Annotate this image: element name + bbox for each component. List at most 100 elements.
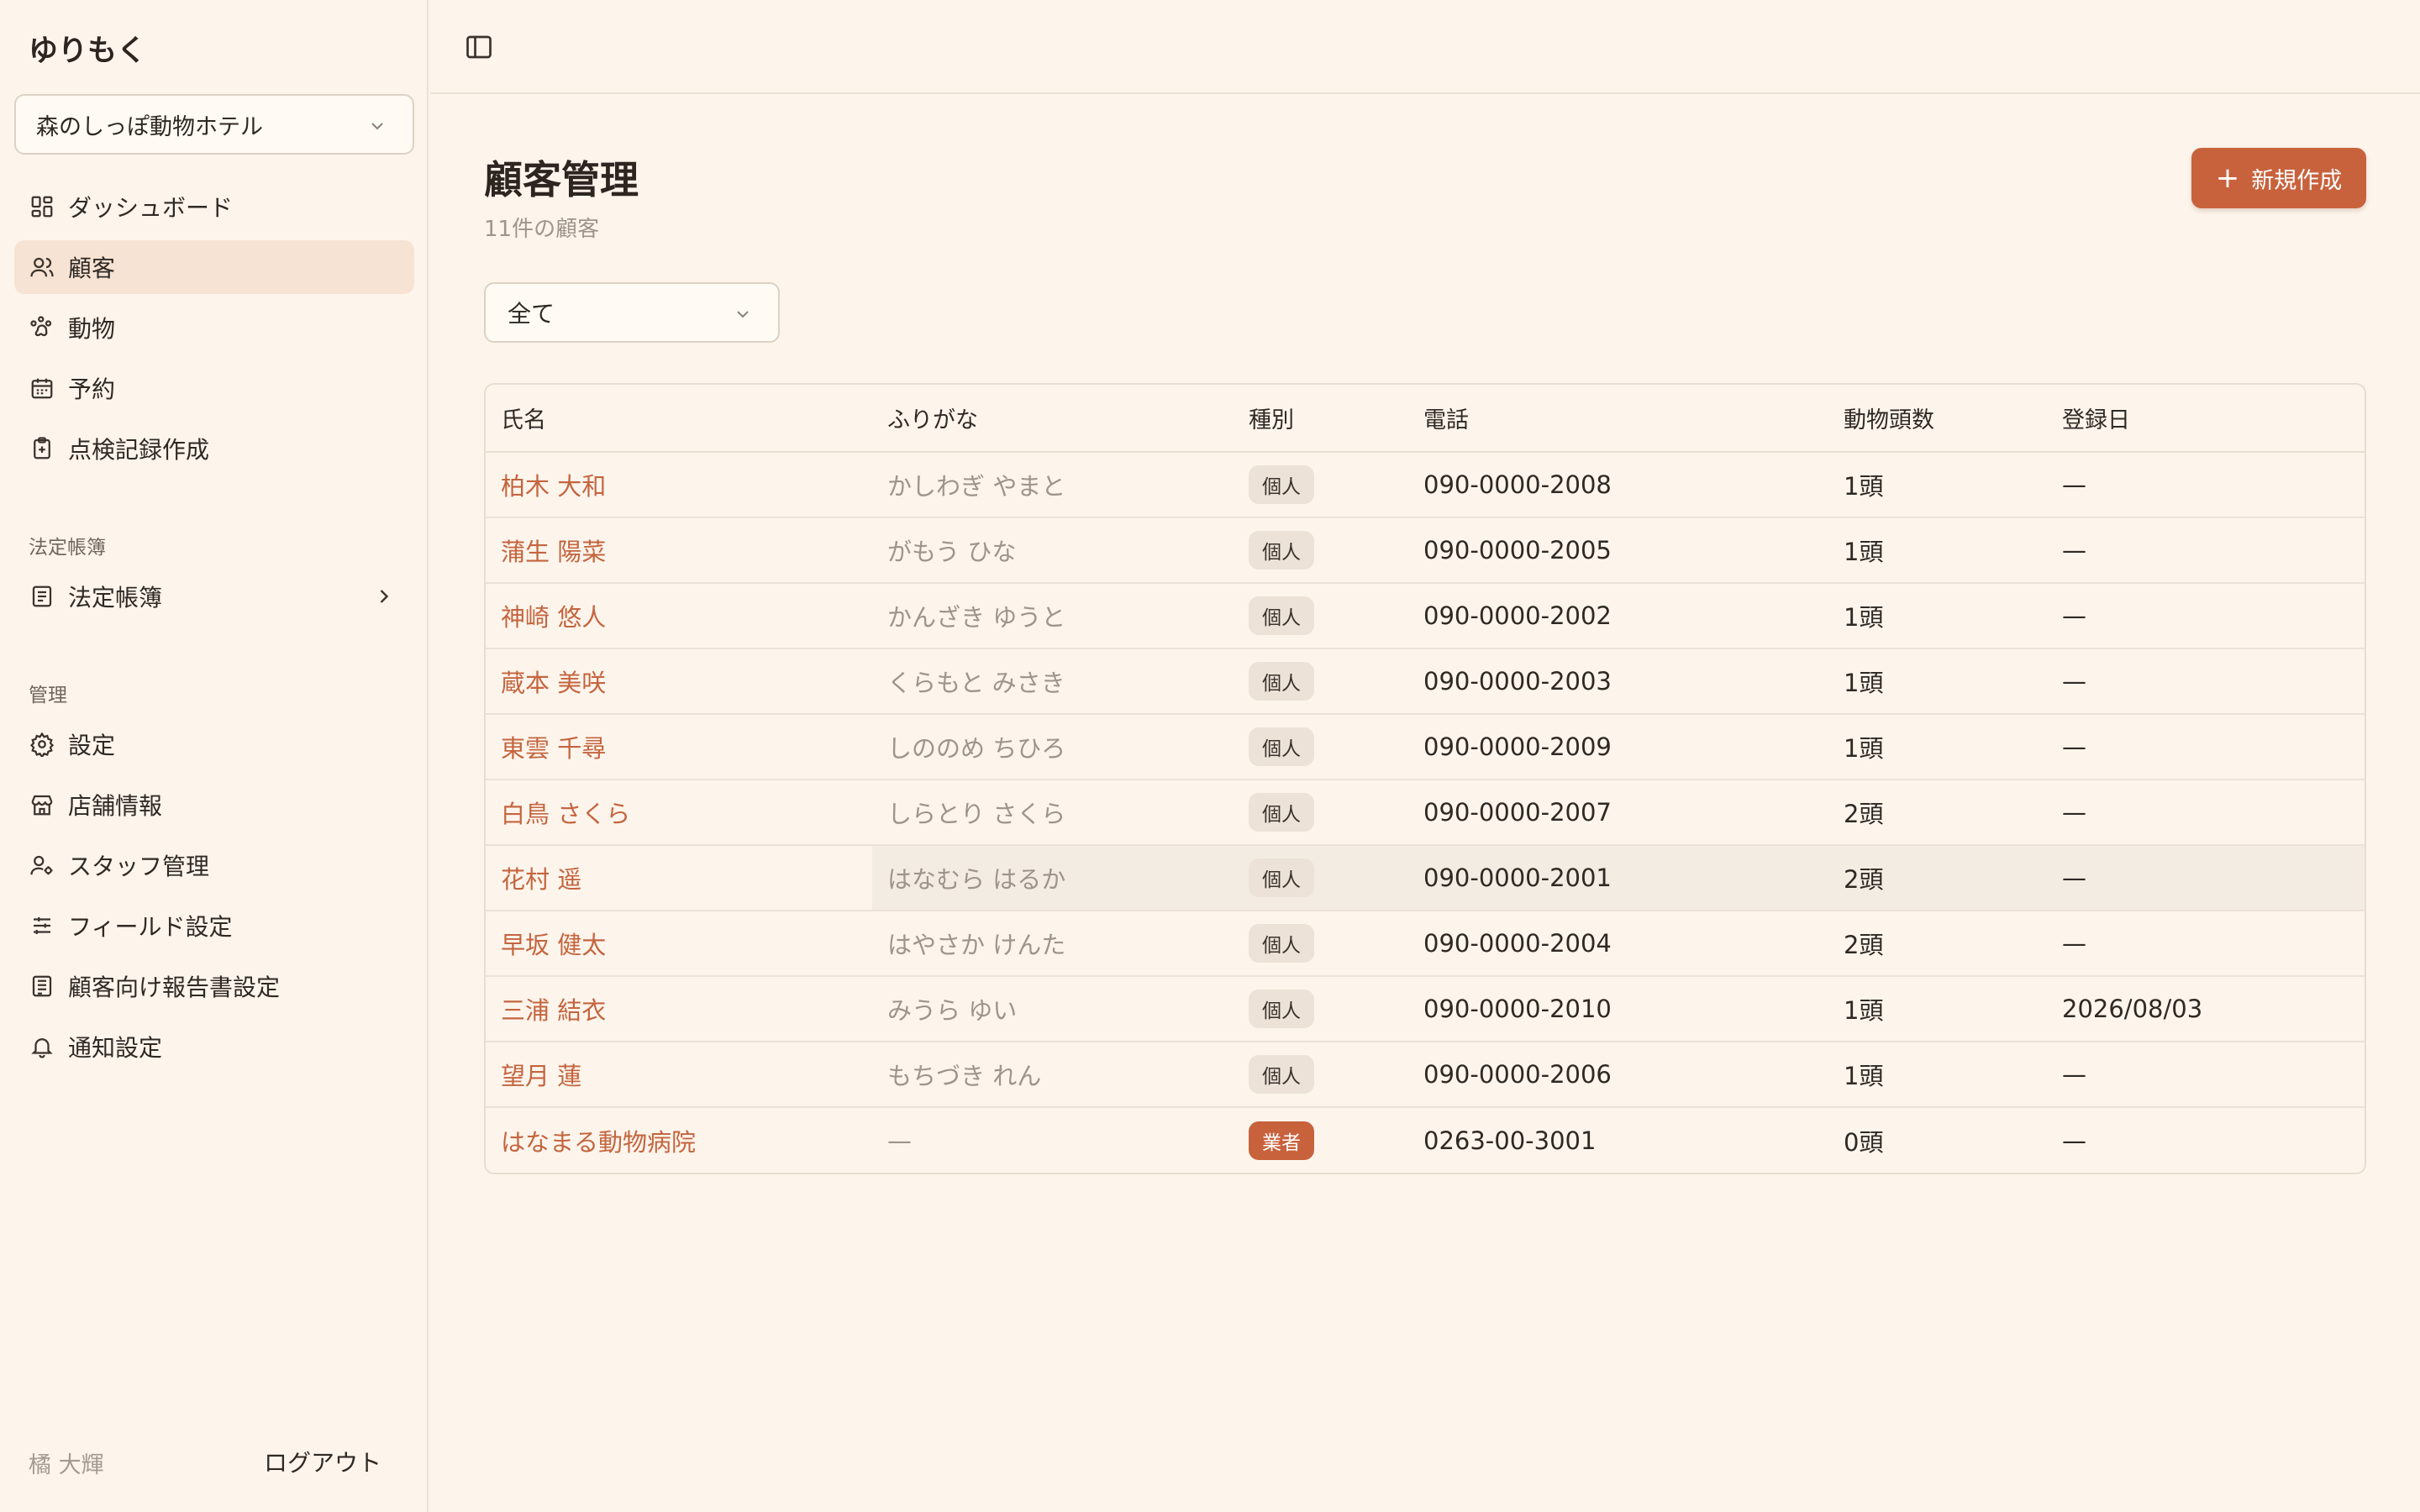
sidebar-item-inspection[interactable]: 点検記録作成 [14,422,414,475]
table-row[interactable]: 神崎 悠人 かんざき ゆうと 個人 090-0000-2002 1頭 — [486,583,2365,649]
sidebar-item-label: 店舗情報 [68,792,163,820]
sidebar-item-animals[interactable]: 動物 [14,301,414,354]
sidebar-item-label: フィールド設定 [68,913,233,941]
sidebar-item-field-settings[interactable]: フィールド設定 [14,899,414,953]
paw-icon [28,313,56,342]
sidebar-item-notifications[interactable]: 通知設定 [14,1020,414,1074]
phone-cell: 0263-00-3001 [1423,1126,1597,1155]
column-header-name[interactable]: 氏名 [486,385,872,453]
animal-count-cell: 2頭 [1828,911,2047,977]
phone-cell: 090-0000-2001 [1408,845,1828,911]
phone-cell: 090-0000-2005 [1408,517,1828,584]
store-select[interactable]: 森のしっぽ動物ホテル [14,94,414,155]
sidebar-item-settings[interactable]: 設定 [14,717,414,771]
filter-value: 全て [508,300,555,328]
customer-name-link[interactable]: 蒲生 陽菜 [486,517,872,584]
bell-icon [28,1032,56,1061]
column-header-animals[interactable]: 動物頭数 [1828,385,2047,453]
column-header-type[interactable]: 種別 [1234,385,1408,453]
new-button-label: 新規作成 [2251,167,2343,194]
calendar-icon [28,374,56,402]
customer-name-link[interactable]: 白鳥 さくら [486,780,872,846]
type-cell: 個人 [1234,976,1408,1042]
report-icon [28,972,56,1000]
sidebar-item-label: 通知設定 [68,1034,163,1062]
phone-cell: 090-0000-2002 [1408,583,1828,649]
column-header-kana[interactable]: ふりがな [872,385,1234,453]
registered-date-cell: — [2047,780,2365,846]
customer-name-link[interactable]: はなまる動物病院 [486,1107,872,1173]
customer-name-link[interactable]: 望月 蓮 [486,1042,872,1108]
sidebar-toggle-icon[interactable] [464,32,494,62]
type-cell: 個人 [1234,911,1408,977]
table-row[interactable]: 三浦 結衣 みうら ゆい 個人 090-0000-2010 1頭 2026/08… [486,976,2365,1042]
sidebar-item-customers[interactable]: 顧客 [14,240,414,294]
table-row[interactable]: 花村 遥 はなむら はるか 個人 090-0000-2001 2頭 — [486,845,2365,911]
sidebar-item-dashboard[interactable]: ダッシュボード [14,180,414,234]
table-row[interactable]: 望月 蓮 もちづき れん 個人 090-0000-2006 1頭 — [486,1042,2365,1108]
animal-count-cell: 1頭 [1828,452,2047,518]
type-badge: 個人 [1249,531,1314,570]
customer-kana: みうら ゆい [872,976,1234,1042]
sidebar: ゆりもく 森のしっぽ動物ホテル ダッシュボード 顧客 動物 予約 点検記録作成 … [0,0,429,1512]
type-badge: 個人 [1249,858,1314,897]
table-row[interactable]: はなまる動物病院 — 業者 0263-00-3001 0頭 — [486,1107,2365,1173]
type-cell: 個人 [1234,714,1408,780]
type-badge: 個人 [1249,465,1314,504]
phone-cell: 090-0000-2004 [1408,911,1828,977]
table-row[interactable]: 蔵本 美咲 くらもと みさき 個人 090-0000-2003 1頭 — [486,648,2365,715]
sidebar-item-reservations[interactable]: 予約 [14,361,414,415]
table-row[interactable]: 蒲生 陽菜 がもう ひな 個人 090-0000-2005 1頭 — [486,517,2365,584]
table-row[interactable]: 白鳥 さくら しらとり さくら 個人 090-0000-2007 2頭 — [486,780,2365,846]
sidebar-item-report-settings[interactable]: 顧客向け報告書設定 [14,959,414,1013]
column-header-registered[interactable]: 登録日 [2047,385,2365,453]
customer-name-link[interactable]: 神崎 悠人 [486,583,872,649]
type-badge: 個人 [1249,924,1314,963]
new-customer-button[interactable]: + 新規作成 [2191,148,2366,208]
sidebar-item-ledger[interactable]: 法定帳簿 [14,570,414,623]
section-label-admin: 管理 [29,685,67,706]
sidebar-item-store-info[interactable]: 店舗情報 [14,778,414,832]
app-brand[interactable]: ゆりもく [29,27,146,70]
sidebar-item-label: 設定 [68,732,116,759]
table-row[interactable]: 柏木 大和 かしわぎ やまと 個人 090-0000-2008 1頭 — [486,452,2365,518]
sidebar-item-label: 顧客向け報告書設定 [68,974,281,1001]
column-header-phone[interactable]: 電話 [1408,385,1828,453]
customer-name-link[interactable]: 柏木 大和 [486,452,872,518]
customer-kana: しらとり さくら [872,780,1234,846]
phone-cell: 090-0000-2008 [1408,452,1828,518]
table-header-row: 氏名 ふりがな 種別 電話 動物頭数 登録日 [486,385,2365,453]
customer-kana: もちづき れん [872,1042,1234,1108]
customer-name-link[interactable]: 花村 遥 [486,845,872,911]
sidebar-item-staff[interactable]: スタッフ管理 [14,838,414,892]
registered-date-cell: — [2062,1126,2086,1155]
registered-date-cell: — [2047,517,2365,584]
customer-kana: かんざき ゆうと [872,583,1234,649]
table-row[interactable]: 早坂 健太 はやさか けんた 個人 090-0000-2004 2頭 — [486,911,2365,977]
gear-icon [28,730,56,759]
animal-count-cell: 2頭 [1828,845,2047,911]
ledger-icon [28,582,56,611]
section-label-ledger: 法定帳簿 [29,537,106,559]
animal-count-cell: 1頭 [1828,976,2047,1042]
phone-cell: 090-0000-2010 [1408,976,1828,1042]
type-filter-select[interactable]: 全て [484,282,780,343]
type-badge: 個人 [1249,596,1314,635]
type-badge: 個人 [1249,1055,1314,1094]
customer-name-link[interactable]: 東雲 千尋 [486,714,872,780]
animal-count-cell: 1頭 [1828,517,2047,584]
customer-name-link[interactable]: 蔵本 美咲 [486,648,872,715]
type-cell: 業者 [1234,1107,1408,1173]
type-cell: 個人 [1234,780,1408,846]
sliders-icon [28,911,56,940]
customer-name-link[interactable]: 三浦 結衣 [486,976,872,1042]
dashboard-icon [28,192,56,221]
sidebar-item-label: 法定帳簿 [68,584,163,612]
registered-date-cell: — [2047,583,2365,649]
customer-kana: くらもと みさき [872,648,1234,715]
sidebar-item-label: ダッシュボード [68,194,234,222]
customer-name-link[interactable]: 早坂 健太 [486,911,872,977]
table-row[interactable]: 東雲 千尋 しののめ ちひろ 個人 090-0000-2009 1頭 — [486,714,2365,780]
customer-count: 11件の顧客 [484,217,600,242]
logout-button[interactable]: ログアウト [264,1445,381,1478]
